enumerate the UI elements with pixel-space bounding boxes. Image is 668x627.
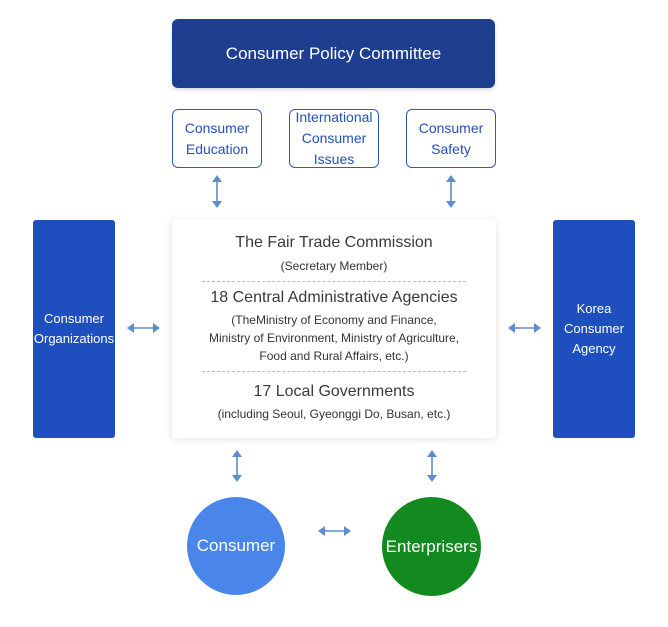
- arrow-organizations-panel: [127, 323, 160, 333]
- arrow-panel-agency: [508, 323, 541, 333]
- arrow-education-panel: [212, 175, 222, 208]
- arrow-panel-enterprisers: [427, 450, 437, 482]
- arrow-consumer-enterprisers: [318, 526, 351, 536]
- arrow-panel-consumer: [232, 450, 242, 482]
- connector-arrows: [127, 175, 541, 536]
- arrow-safety-panel: [446, 175, 456, 208]
